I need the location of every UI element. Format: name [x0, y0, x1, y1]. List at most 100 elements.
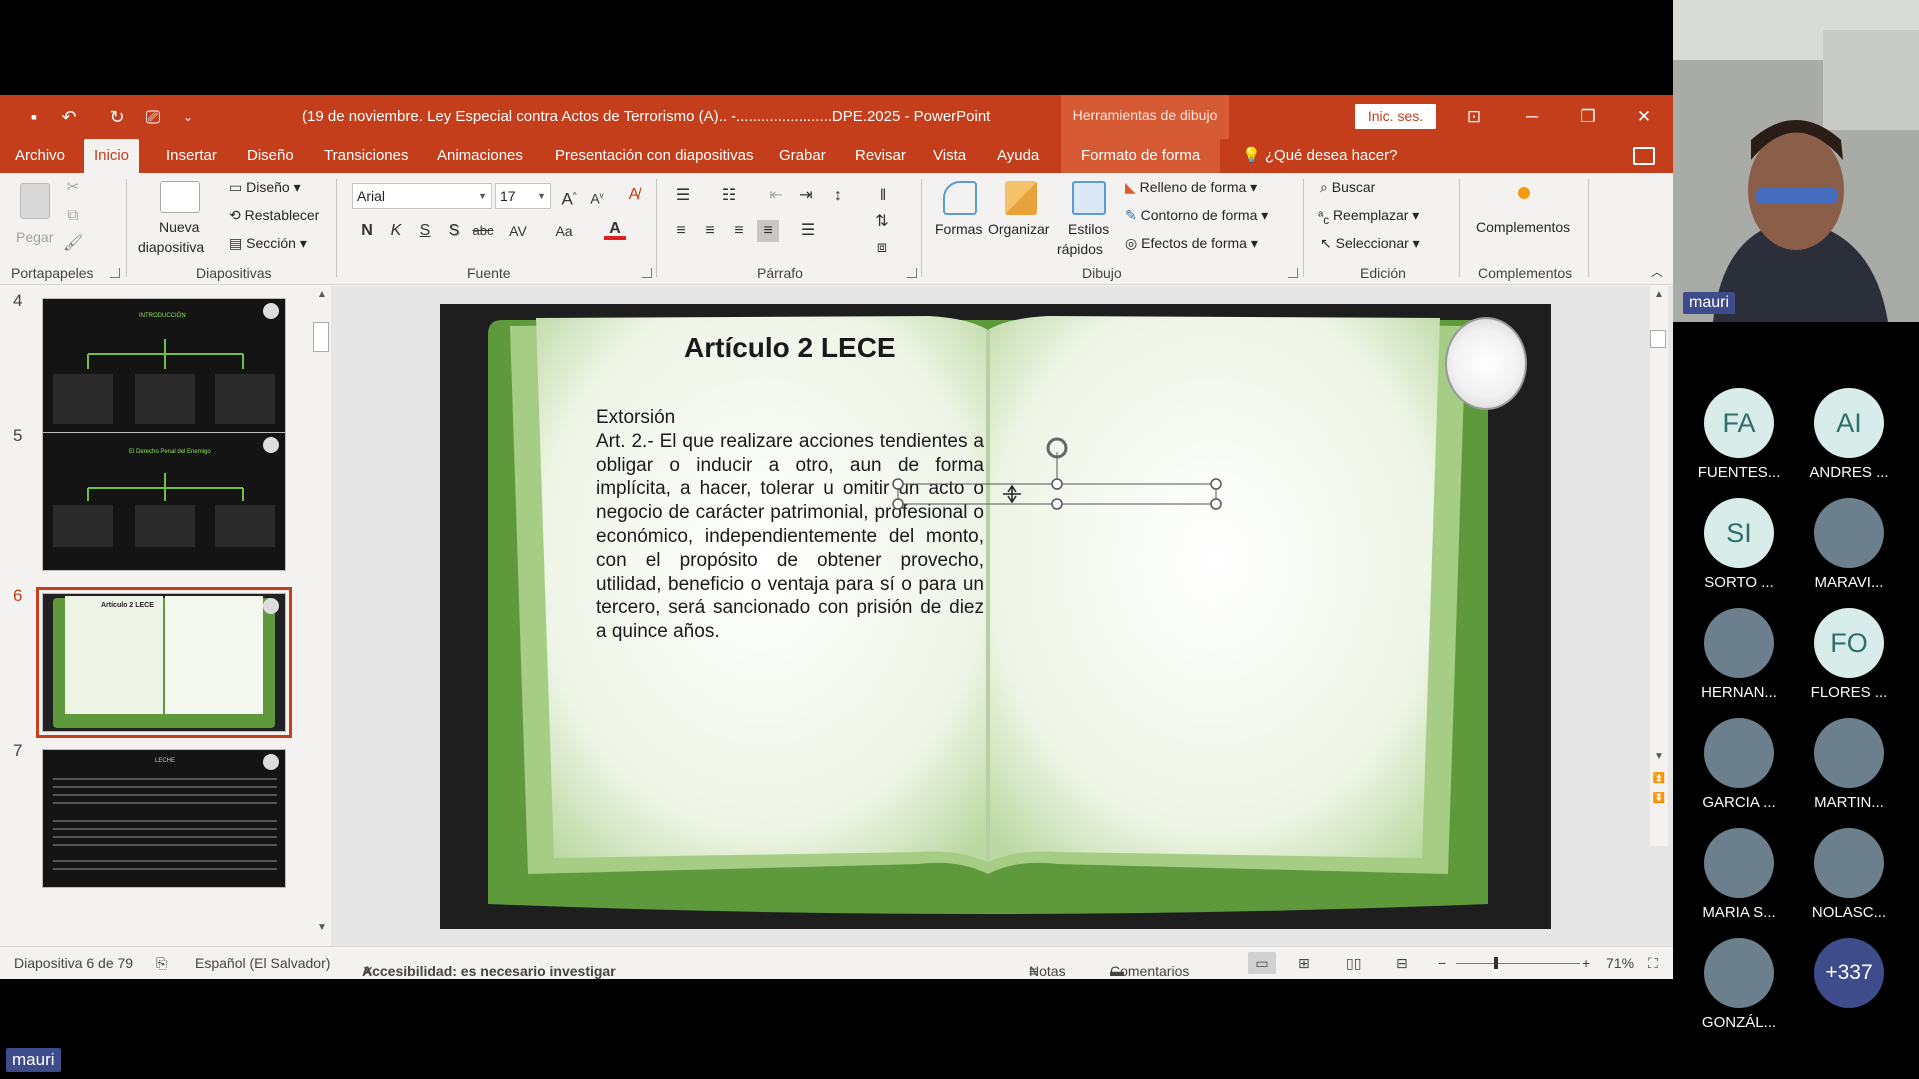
tab-help[interactable]: Ayuda	[997, 139, 1039, 173]
align-left-icon[interactable]: ≡	[670, 220, 692, 242]
tab-transitions[interactable]: Transiciones	[324, 139, 408, 173]
participant-tile[interactable]: FA FUENTES...	[1684, 388, 1794, 481]
slide-canvas[interactable]: Artículo 2 LECE Extorsión Art. 2.- El qu…	[440, 304, 1551, 929]
slide-counter[interactable]: Diapositiva 6 de 79	[14, 955, 133, 971]
strikethrough-button[interactable]: abc	[472, 220, 494, 242]
shapes-icon[interactable]	[943, 181, 977, 215]
new-slide-label-2[interactable]: diapositiva	[138, 239, 204, 255]
customize-qat-icon[interactable]: ⌄	[176, 106, 200, 128]
present-from-start-icon[interactable]: ⎚	[141, 106, 165, 128]
align-right-icon[interactable]: ≡	[728, 220, 750, 242]
participant-tile[interactable]: FO FLORES ...	[1794, 608, 1904, 701]
font-size-select[interactable]: 17 ▼	[495, 183, 551, 209]
bold-button[interactable]: N	[356, 220, 378, 242]
language-indicator[interactable]: Español (El Salvador)	[195, 955, 330, 971]
resize-handle[interactable]	[892, 498, 904, 510]
tab-file[interactable]: Archivo	[15, 139, 65, 173]
collapse-ribbon-icon[interactable]: ︿	[1646, 261, 1668, 283]
sign-in-button[interactable]: Inic. ses.	[1355, 104, 1436, 129]
new-slide-label-1[interactable]: Nueva	[159, 219, 199, 235]
resize-handle[interactable]	[1210, 498, 1222, 510]
quick-styles-icon[interactable]	[1072, 181, 1106, 215]
participant-tile[interactable]: MARAVI...	[1794, 498, 1904, 591]
tab-home[interactable]: Inicio	[84, 139, 140, 173]
participant-tile[interactable]: AI ANDRES ...	[1794, 388, 1904, 481]
scroll-up-icon[interactable]: ▲	[1650, 286, 1668, 304]
spellcheck-icon[interactable]: ⎘	[156, 955, 167, 972]
select-button[interactable]: ↖ Seleccionar ▾	[1320, 235, 1420, 252]
quick-styles-label-1[interactable]: Estilos	[1068, 221, 1109, 237]
participant-tile[interactable]: GARCIA ...	[1684, 718, 1794, 811]
tab-slideshow[interactable]: Presentación con diapositivas	[555, 139, 753, 173]
shape-fill-button[interactable]: ◣ Relleno de forma ▾	[1125, 179, 1257, 196]
tab-view[interactable]: Vista	[933, 139, 966, 173]
align-center-icon[interactable]: ≡	[699, 220, 721, 242]
line-spacing-icon[interactable]: ↕	[827, 185, 849, 207]
underline-button[interactable]: S	[414, 220, 436, 242]
normal-view-icon[interactable]: ▭	[1248, 952, 1276, 974]
participant-tile[interactable]: MARIA S...	[1684, 828, 1794, 921]
layout-button[interactable]: ▭ Diseño ▾	[229, 179, 301, 196]
zoom-in-icon[interactable]: +	[1582, 955, 1590, 971]
align-text-icon[interactable]: ☰	[797, 220, 819, 242]
more-participants-button[interactable]: +337	[1794, 938, 1904, 1008]
convert-smartart-icon[interactable]: ⧈	[871, 237, 893, 259]
selected-shape[interactable]	[888, 434, 1228, 514]
resize-handle[interactable]	[1051, 498, 1063, 510]
reading-view-icon[interactable]: ▯▯	[1346, 955, 1361, 972]
zoom-slider[interactable]	[1456, 963, 1580, 964]
replace-button[interactable]: ᵃc Reemplazar ▾	[1318, 207, 1419, 227]
thumbnails-scrollbar[interactable]: ▲ ▼	[313, 286, 331, 946]
drawing-launcher-icon[interactable]	[1288, 268, 1298, 278]
font-launcher-icon[interactable]	[642, 268, 652, 278]
save-icon[interactable]: ▪	[22, 106, 46, 128]
arrange-button[interactable]: Organizar	[988, 221, 1049, 237]
participant-tile[interactable]: NOLASC...	[1794, 828, 1904, 921]
restore-button[interactable]: ❐	[1568, 103, 1608, 131]
addins-button[interactable]: Complementos	[1476, 219, 1570, 235]
tab-review[interactable]: Revisar	[855, 139, 906, 173]
scroll-down-icon[interactable]: ▼	[313, 919, 331, 937]
paragraph-launcher-icon[interactable]	[907, 268, 917, 278]
columns-icon[interactable]: ‖	[872, 185, 894, 207]
previous-slide-icon[interactable]: ⏫	[1650, 770, 1668, 788]
slide-sorter-icon[interactable]: ⊞	[1298, 955, 1310, 972]
paste-button[interactable]: Pegar	[16, 229, 53, 245]
clipboard-launcher-icon[interactable]	[110, 268, 120, 278]
font-family-select[interactable]: Arial ▼	[352, 183, 492, 209]
quick-styles-label-2[interactable]: rápidos	[1057, 241, 1103, 257]
justify-icon[interactable]: ≡	[757, 220, 779, 242]
slide-thumbnail-5[interactable]: El Derecho Penal del Enemigo	[42, 432, 286, 571]
clear-formatting-icon[interactable]: A̸	[623, 184, 645, 206]
scrollbar-thumb[interactable]	[313, 322, 329, 352]
increase-font-icon[interactable]: A^	[558, 185, 580, 209]
resize-handle[interactable]	[892, 478, 904, 490]
tab-animations[interactable]: Animaciones	[437, 139, 523, 173]
zoom-slider-thumb[interactable]	[1494, 957, 1498, 969]
tab-record[interactable]: Grabar	[779, 139, 826, 173]
arrange-icon[interactable]	[1005, 181, 1037, 215]
next-slide-icon[interactable]: ⏬	[1650, 790, 1668, 808]
slideshow-view-icon[interactable]: ⊟	[1396, 955, 1408, 972]
shape-effects-button[interactable]: ◎ Efectos de forma ▾	[1125, 235, 1258, 252]
text-direction-icon[interactable]: ⇅	[871, 211, 893, 233]
decrease-indent-icon[interactable]: ⇤	[765, 185, 787, 207]
slide-title[interactable]: Artículo 2 LECE	[684, 332, 896, 364]
shapes-button[interactable]: Formas	[935, 221, 982, 237]
slide-thumbnail-4[interactable]: INTRODUCCIÓN	[42, 298, 286, 437]
decrease-font-icon[interactable]: Av	[586, 185, 608, 207]
char-spacing-button[interactable]: AV	[503, 220, 533, 242]
shadow-button[interactable]: S	[443, 220, 465, 242]
font-color-button[interactable]: A	[604, 218, 626, 240]
slide-thumbnail-6[interactable]: Artículo 2 LECE	[36, 587, 292, 738]
fit-to-window-icon[interactable]: ⛶	[1648, 955, 1658, 972]
scrollbar-thumb[interactable]	[1650, 330, 1666, 348]
tell-me-box[interactable]: 💡 ¿Qué desea hacer?	[1242, 139, 1397, 173]
increase-indent-icon[interactable]: ⇥	[795, 185, 817, 207]
slide-thumbnail-7[interactable]: LECHE	[42, 749, 286, 888]
zoom-out-icon[interactable]: −	[1438, 955, 1446, 971]
copy-icon[interactable]: ⧉	[62, 205, 84, 227]
bullets-icon[interactable]: ☰	[672, 185, 694, 207]
tab-design[interactable]: Diseño	[247, 139, 294, 173]
participant-tile[interactable]: MARTIN...	[1794, 718, 1904, 811]
